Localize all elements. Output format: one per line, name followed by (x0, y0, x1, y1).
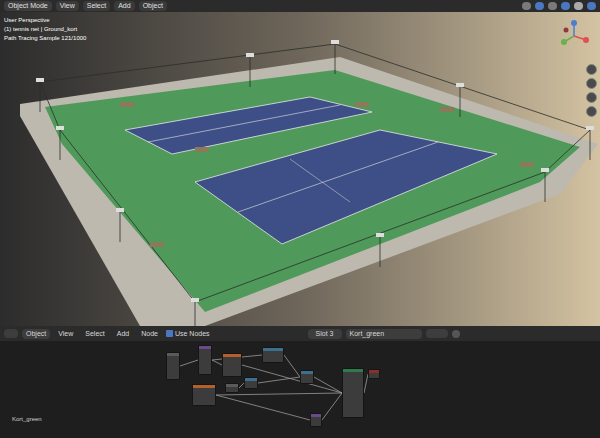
material-label: Kort_green (12, 415, 42, 424)
shader-node[interactable] (310, 413, 322, 427)
node-canvas[interactable]: Kort_green (0, 341, 600, 438)
node-header (245, 378, 257, 381)
menu-item[interactable]: View (54, 329, 77, 339)
node-editor-header: Object View Select Add Node Use Nodes Slot 3 Ko… (0, 326, 600, 341)
node-header (263, 348, 283, 351)
node-header (193, 385, 215, 388)
menu-item[interactable]: Select (83, 1, 110, 11)
node-header (343, 369, 363, 372)
node-links (0, 341, 600, 438)
shader-node[interactable] (244, 377, 258, 389)
shader-node[interactable] (368, 369, 380, 379)
shader-node[interactable] (192, 384, 216, 406)
node-header (301, 371, 313, 374)
shader-node[interactable] (198, 345, 212, 375)
menu-item[interactable]: Object (139, 1, 167, 11)
menu-item[interactable]: Select (81, 329, 108, 339)
overlay-text: (1) tennis net | Ground_kort (4, 25, 86, 34)
editor-type-icon[interactable] (4, 329, 18, 338)
pin-icon[interactable] (452, 330, 460, 338)
navigation-icon[interactable] (586, 92, 597, 103)
menu-item[interactable]: Add (114, 1, 134, 11)
node-header (199, 346, 211, 349)
node-header (369, 370, 379, 373)
use-nodes-checkbox[interactable]: Use Nodes (166, 329, 210, 339)
header-tool-icon[interactable] (574, 2, 583, 10)
navigation-icon[interactable] (586, 78, 597, 89)
shader-node[interactable] (342, 368, 364, 418)
node-header (223, 354, 241, 357)
material-field[interactable]: Kort_green (346, 329, 422, 339)
overlay-text: Path Tracing Sample 121/1000 (4, 34, 86, 43)
menu-item[interactable]: Add (113, 329, 133, 339)
header-tool-icon[interactable] (522, 2, 531, 10)
material-buttons-icon[interactable] (426, 329, 448, 338)
navigation-controls (586, 64, 597, 117)
shader-node[interactable] (262, 347, 284, 363)
node-header (226, 384, 238, 387)
shader-node[interactable] (222, 353, 242, 377)
viewport-overlay: User Perspective(1) tennis net | Ground_… (4, 16, 86, 43)
node-header (167, 353, 179, 356)
data-type-dropdown[interactable]: Object (22, 329, 50, 339)
menu-item[interactable]: Node (137, 329, 162, 339)
viewport[interactable]: User Perspective(1) tennis net | Ground_… (0, 12, 600, 326)
mode-dropdown[interactable]: Object Mode (4, 1, 52, 11)
header-tool-icon[interactable] (535, 2, 544, 10)
shader-node[interactable] (300, 370, 314, 384)
shader-node[interactable] (225, 383, 239, 393)
navigation-icon[interactable] (586, 106, 597, 117)
shader-node[interactable] (166, 352, 180, 380)
checkbox-box[interactable] (166, 330, 173, 337)
header-tool-icon[interactable] (561, 2, 570, 10)
slot-dropdown[interactable]: Slot 3 (308, 329, 342, 339)
header-tool-icon[interactable] (587, 2, 596, 10)
blender-window: Object Mode View Select Add Object User Persp… (0, 0, 600, 438)
node-header (311, 414, 321, 417)
navigation-icon[interactable] (586, 64, 597, 75)
axis-gizmo-icon[interactable] (556, 18, 592, 54)
viewport-header: Object Mode View Select Add Object (0, 0, 600, 12)
overlay-text: User Perspective (4, 16, 86, 25)
header-tool-icon[interactable] (548, 2, 557, 10)
scene-render (0, 12, 600, 326)
menu-item[interactable]: View (56, 1, 79, 11)
